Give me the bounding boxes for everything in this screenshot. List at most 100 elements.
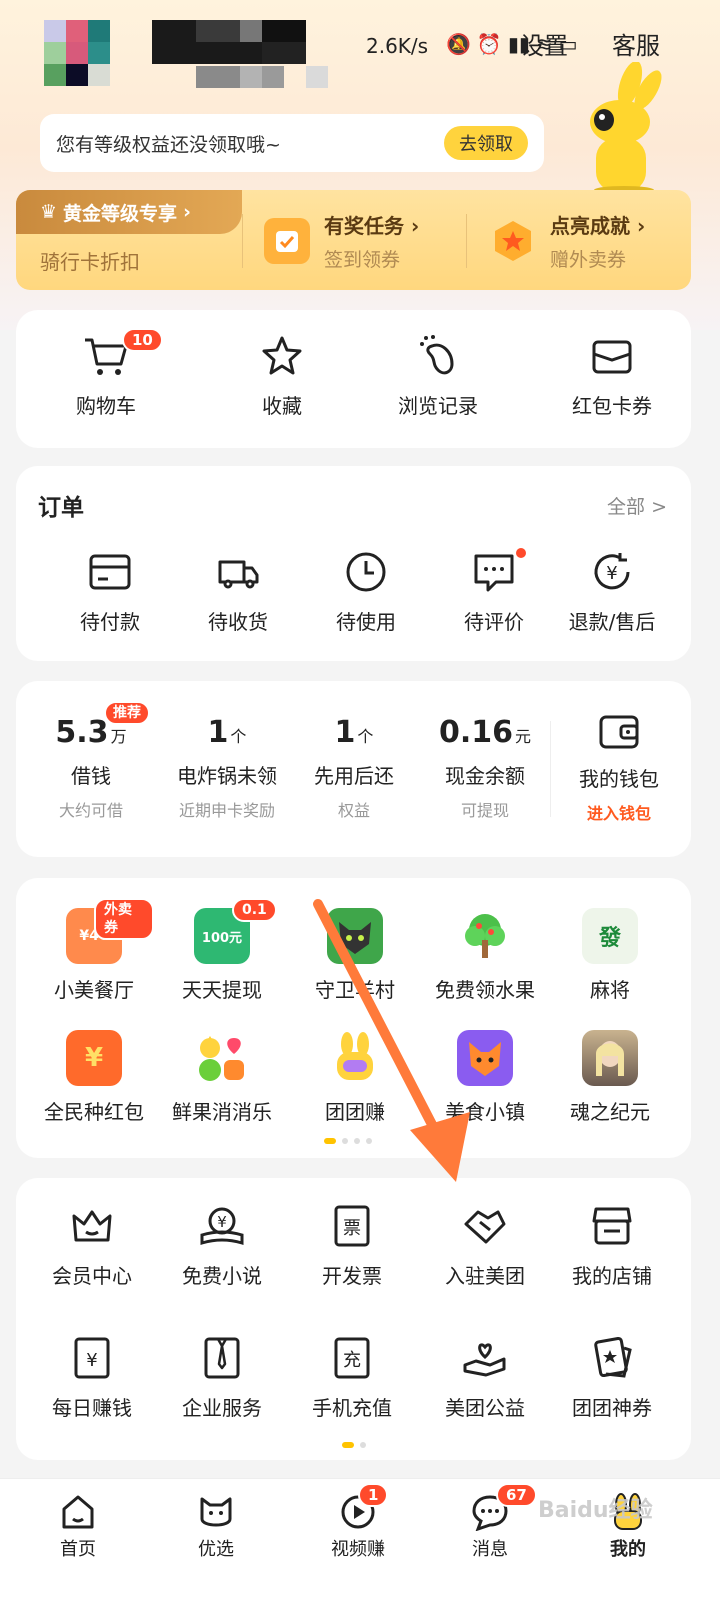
game-mahjong[interactable]: 發 麻将 bbox=[550, 908, 670, 1003]
game-tuantuan[interactable]: 团团赚 bbox=[290, 1030, 420, 1125]
wolf-game-icon bbox=[327, 908, 383, 964]
refund-icon: ¥ bbox=[588, 548, 636, 596]
game-withdraw[interactable]: 100元 天天提现 0.1 bbox=[162, 898, 282, 1003]
game-xiaomei[interactable]: ¥40 小美餐厅 外卖券 bbox=[34, 898, 154, 1003]
finance-card: 5.3 万 借钱 大约可借 推荐 1个 电炸锅未领 近期申卡奖励 1个 先用后还 … bbox=[16, 681, 691, 857]
charity-entry[interactable]: 美团公益 bbox=[430, 1334, 540, 1421]
voucher-icon bbox=[588, 1334, 636, 1382]
favorites-entry[interactable]: 收藏 bbox=[232, 332, 332, 419]
game-label: 全民种红包 bbox=[44, 1100, 144, 1124]
quick-entries-card: 购物车 10 收藏 浏览记录 红包卡券 bbox=[16, 310, 691, 448]
join-meituan-entry[interactable]: 入驻美团 bbox=[430, 1202, 540, 1289]
order-unused-label: 待使用 bbox=[336, 610, 396, 634]
finance-balance[interactable]: 0.16 元 现金余额 可提现 bbox=[430, 715, 540, 821]
message-badge: 67 bbox=[496, 1483, 537, 1507]
achievement-entry[interactable]: 点亮成就 › 赠外卖券 bbox=[490, 210, 645, 272]
paylater-label: 先用后还 bbox=[314, 764, 394, 788]
recharge-entry[interactable]: 充 手机充值 bbox=[302, 1334, 402, 1421]
history-label: 浏览记录 bbox=[398, 394, 478, 418]
order-refund[interactable]: ¥ 退款/售后 bbox=[562, 548, 662, 635]
level-notice[interactable]: 您有等级权益还没领取哦~ 去领取 bbox=[40, 114, 544, 172]
tab-message[interactable]: 消息 67 bbox=[460, 1483, 537, 1561]
order-unpaid[interactable]: 待付款 bbox=[60, 548, 160, 635]
balance-unit: 元 bbox=[515, 727, 532, 746]
book-icon: ¥ bbox=[198, 1202, 246, 1250]
game-soul-era[interactable]: 魂之纪元 bbox=[550, 1030, 670, 1125]
crown-icon bbox=[68, 1202, 116, 1250]
orders-title: 订单 bbox=[38, 495, 84, 521]
order-shipping-label: 待收货 bbox=[208, 610, 268, 634]
member-center-label: 会员中心 bbox=[52, 1264, 132, 1288]
tie-icon bbox=[198, 1334, 246, 1382]
service-link[interactable]: 客服 bbox=[612, 26, 660, 61]
voucher-label: 团团神券 bbox=[572, 1396, 652, 1420]
achievement-title: 点亮成就 bbox=[550, 214, 630, 238]
money-icon: ¥ bbox=[68, 1334, 116, 1382]
airfryer-label: 电炸锅未领 bbox=[177, 764, 277, 788]
my-store-entry[interactable]: 我的店铺 bbox=[562, 1202, 662, 1289]
finance-airfryer[interactable]: 1个 电炸锅未领 近期申卡奖励 bbox=[162, 715, 292, 821]
red-packet-icon: ¥ bbox=[66, 1030, 122, 1086]
user-name-blurred[interactable] bbox=[152, 20, 332, 88]
settings-link[interactable]: 设置 bbox=[520, 26, 568, 61]
game-fruit-match[interactable]: 鲜果消消乐 bbox=[162, 1030, 282, 1125]
tuantuan-icon bbox=[327, 1030, 383, 1086]
voucher-entry[interactable]: 团团神券 bbox=[562, 1334, 662, 1421]
task-icon bbox=[264, 218, 310, 264]
cart-entry[interactable]: 购物车 10 bbox=[56, 328, 163, 419]
orders-all-link[interactable]: 全部 > bbox=[607, 492, 667, 519]
order-shipping[interactable]: 待收货 bbox=[188, 548, 288, 635]
fox-icon bbox=[457, 1030, 513, 1086]
tab-mine-label: 我的 bbox=[610, 1539, 646, 1560]
reward-task-title: 有奖任务 bbox=[324, 214, 404, 238]
free-novel-entry[interactable]: ¥ 免费小说 bbox=[172, 1202, 272, 1289]
claim-button[interactable]: 去领取 bbox=[444, 126, 528, 160]
reward-task-entry[interactable]: 有奖任务 › 签到领券 bbox=[264, 210, 419, 272]
tab-home[interactable]: 首页 bbox=[48, 1493, 108, 1561]
invoice-icon: 票 bbox=[328, 1202, 376, 1250]
orders-card: 订单 全部 > 待付款 待收货 待使用 待评价 ¥ 退款/售后 bbox=[16, 466, 691, 661]
game-food-town[interactable]: 美食小镇 bbox=[420, 1030, 550, 1125]
coupon-entry[interactable]: 红包卡券 bbox=[562, 332, 662, 419]
soul-era-icon bbox=[582, 1030, 638, 1086]
coupon-label: 红包卡券 bbox=[572, 394, 652, 418]
airfryer-sub: 近期申卡奖励 bbox=[178, 801, 275, 820]
invoice-entry[interactable]: 票 开发票 bbox=[302, 1202, 402, 1289]
footprint-icon bbox=[414, 332, 462, 380]
finance-loan[interactable]: 5.3 万 借钱 大约可借 bbox=[38, 715, 144, 821]
alarm-icon: ⏰ bbox=[476, 32, 502, 56]
free-novel-label: 免费小说 bbox=[182, 1264, 262, 1288]
history-entry[interactable]: 浏览记录 bbox=[388, 332, 488, 419]
order-unused[interactable]: 待使用 bbox=[316, 548, 416, 635]
finance-paylater[interactable]: 1个 先用后还 权益 bbox=[304, 715, 404, 821]
member-center-entry[interactable]: 会员中心 bbox=[42, 1202, 142, 1289]
handshake-icon bbox=[461, 1202, 509, 1250]
game-red-packet[interactable]: ¥ 全民种红包 bbox=[34, 1030, 154, 1125]
wallet-entry[interactable]: 我的钱包 进入钱包 bbox=[564, 711, 674, 824]
enterprise-entry[interactable]: 企业服务 bbox=[172, 1334, 272, 1421]
avatar[interactable] bbox=[44, 20, 110, 86]
airfryer-value: 1 bbox=[207, 715, 229, 750]
game-free-fruit[interactable]: 免费领水果 bbox=[420, 908, 550, 1003]
game-label: 鲜果消消乐 bbox=[172, 1100, 272, 1124]
card-icon bbox=[86, 548, 134, 596]
chevron-right-icon: › bbox=[183, 201, 191, 223]
loan-sub: 大约可借 bbox=[58, 801, 123, 820]
game-sheep-village[interactable]: 守卫羊村 bbox=[290, 908, 420, 1003]
paylater-value: 1 bbox=[334, 715, 356, 750]
achievement-sub: 赠外卖券 bbox=[550, 249, 627, 271]
gold-tag-sub[interactable]: 骑行卡折扣 bbox=[40, 246, 140, 275]
tab-home-label: 首页 bbox=[60, 1539, 96, 1560]
coupon-icon bbox=[588, 332, 636, 380]
gold-level-tag[interactable]: ♛ 黄金等级专享 › bbox=[16, 190, 242, 234]
enterprise-label: 企业服务 bbox=[182, 1396, 262, 1420]
select-icon bbox=[200, 1497, 232, 1527]
svg-text:¥: ¥ bbox=[86, 1350, 97, 1371]
loan-unit: 万 bbox=[110, 727, 127, 746]
mascot-image bbox=[590, 62, 662, 192]
tab-select[interactable]: 优选 bbox=[186, 1493, 246, 1561]
daily-earn-entry[interactable]: ¥ 每日赚钱 bbox=[42, 1334, 142, 1421]
order-unpaid-label: 待付款 bbox=[80, 610, 140, 634]
order-review[interactable]: 待评价 bbox=[444, 548, 544, 635]
tab-video[interactable]: 视频赚 1 bbox=[318, 1483, 398, 1561]
